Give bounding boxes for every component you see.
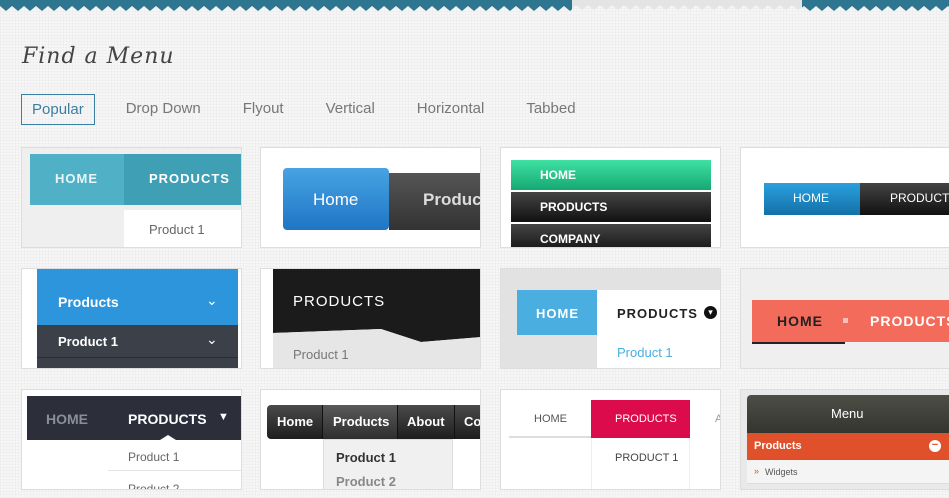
menu-item-truncated-label: A — [715, 413, 720, 425]
submenu-item-label: Product 1 — [293, 347, 349, 362]
menu-item-home-label: HOME — [46, 411, 88, 427]
tab-vertical[interactable]: Vertical — [326, 94, 375, 125]
menu-item-products-label: PRODUCT — [890, 191, 949, 205]
divider — [397, 405, 398, 439]
menu-item-products-label: Products — [333, 414, 390, 429]
menu-card-10[interactable]: Home Products About Co Product 1 Product… — [260, 389, 481, 490]
menu-card-11[interactable]: HOME PRODUCTS A PRODUCT 1 — [500, 389, 721, 490]
submenu-item-label: Product 2 — [128, 482, 180, 490]
submenu-item-label: Product 1 — [336, 450, 396, 465]
caret-down-icon: ▼ — [218, 411, 229, 423]
menu-item-home-label: HOME — [777, 313, 823, 329]
tab-tabbed[interactable]: Tabbed — [526, 94, 575, 125]
submenu-item-label: Product 1 — [58, 334, 118, 349]
menu-item-home-label: HOME — [536, 306, 579, 321]
menu-item-products-label: PRODUCTS — [128, 411, 207, 427]
zigzag-border — [0, 0, 949, 12]
menu-card-6[interactable]: PRODUCTS Product 1 — [260, 268, 481, 369]
menu-card-3[interactable]: HOME PRODUCTS COMPANY — [500, 147, 721, 248]
tab-drop-down[interactable]: Drop Down — [126, 94, 201, 125]
menu-item-products-label: PRODUCTS — [149, 171, 230, 186]
menu-item-products-label: Products — [754, 440, 802, 452]
menu-item-home-label: HOME — [793, 191, 829, 205]
menu-item-home-label: HOME — [55, 171, 98, 186]
bullet-icon: » — [754, 466, 760, 476]
menu-card-4[interactable]: HOME PRODUCT — [740, 147, 949, 248]
menu-header-label: Menu — [831, 406, 864, 421]
menu-item-about-label: About — [407, 414, 445, 429]
menu-item-company-label: COMPANY — [540, 232, 601, 246]
menu-item-products-label: PRODUCTS — [293, 293, 386, 310]
minus-icon: − — [929, 440, 941, 452]
menu-item-products-label: Products — [58, 294, 119, 310]
chevron-down-icon: ⌄ — [206, 331, 218, 347]
menu-item-products-label: PRODUCTS — [540, 200, 608, 214]
menu-item-products-label: PRODUCTS — [617, 306, 698, 321]
menu-item-products-label: Produc — [423, 190, 481, 209]
submenu-item-label: PRODUCT 1 — [615, 452, 679, 464]
active-underline — [752, 342, 845, 344]
submenu-item-label: Product 1 — [617, 345, 673, 360]
menu-card-5[interactable]: Products ⌄ Product 1 ⌄ — [21, 268, 242, 369]
submenu — [591, 438, 690, 489]
divider — [454, 405, 455, 439]
divider — [108, 470, 241, 471]
page-title: Find a Menu — [22, 44, 175, 69]
menu-card-8[interactable]: HOME PRODUCTS — [740, 268, 949, 369]
menu-item-home-label: Home — [277, 414, 314, 429]
menu-item-products-label: PRODUCTS — [615, 413, 677, 425]
menu-item-co-label: Co — [464, 414, 481, 429]
tab-flyout[interactable]: Flyout — [243, 94, 284, 125]
divider — [37, 357, 238, 358]
menu-item-home-label: HOME — [540, 168, 576, 182]
menu-card-12[interactable]: Menu Products − » Widgets — [740, 389, 949, 490]
chevron-down-icon: ▾ — [704, 306, 717, 319]
tab-popular[interactable]: Popular — [21, 94, 95, 125]
submenu-item-label: Product 1 — [149, 222, 205, 237]
menu-item-products-label: PRODUCTS — [870, 313, 949, 329]
menu-card-7[interactable]: HOME PRODUCTS ▾ Product 1 — [500, 268, 721, 369]
menu-card-2[interactable]: Home Produc — [260, 147, 481, 248]
tab-horizontal[interactable]: Horizontal — [417, 94, 485, 125]
separator-dot — [843, 318, 848, 323]
menu-item-home-label: HOME — [534, 413, 567, 425]
submenu-item-label: Product 2 — [336, 474, 396, 489]
chevron-down-icon: ⌄ — [206, 292, 218, 308]
menu-item-home-label: Home — [313, 190, 359, 209]
filter-tabs: Popular Drop Down Flyout Vertical Horizo… — [21, 94, 618, 125]
menu-card-1[interactable]: HOME PRODUCTS Product 1 — [21, 147, 242, 248]
submenu-item-label: Widgets — [765, 467, 798, 477]
menu-card-9[interactable]: HOME PRODUCTS ▼ Product 1 Product 2 — [21, 389, 242, 490]
submenu-item-label: Product 1 — [128, 450, 180, 464]
